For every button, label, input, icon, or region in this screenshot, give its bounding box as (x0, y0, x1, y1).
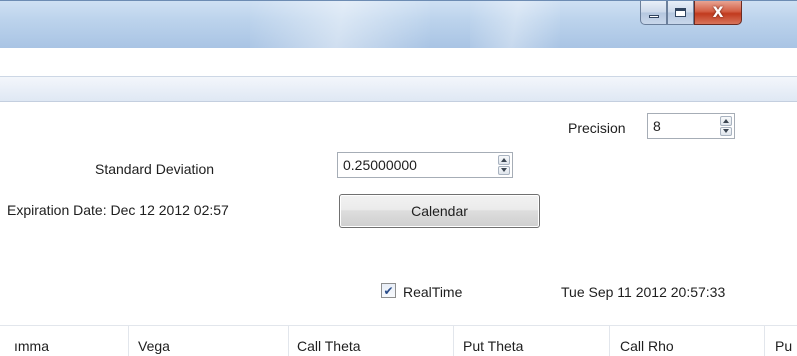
column-header-put-theta[interactable]: Put Theta (454, 326, 610, 356)
close-icon: X (712, 4, 724, 21)
maximize-icon (675, 8, 686, 17)
std-dev-up-button[interactable] (498, 155, 510, 165)
toolbar-area (0, 48, 797, 76)
precision-up-button[interactable] (720, 116, 732, 126)
chevron-down-icon (723, 129, 729, 134)
titlebar-sheen (470, 1, 560, 49)
checkmark-icon: ✔ (383, 283, 394, 298)
column-header-gamma[interactable]: ımma (0, 326, 129, 356)
chevron-up-icon (501, 157, 507, 162)
minimize-button[interactable] (640, 1, 667, 25)
calendar-button[interactable]: Calendar (339, 194, 540, 228)
precision-down-button[interactable] (720, 126, 732, 136)
maximize-button[interactable] (667, 1, 694, 25)
std-dev-spinner[interactable]: 0.25000000 (337, 152, 513, 178)
column-header-vega[interactable]: Vega (129, 326, 289, 356)
menu-bar (0, 76, 797, 102)
precision-spin-arrows (720, 116, 732, 136)
chevron-down-icon (501, 168, 507, 173)
std-dev-value[interactable]: 0.25000000 (343, 157, 417, 173)
current-timestamp: Tue Sep 11 2012 20:57:33 (561, 284, 726, 300)
close-button[interactable]: X (694, 1, 742, 25)
column-header-call-theta[interactable]: Call Theta (289, 326, 454, 356)
precision-label: Precision (568, 120, 626, 136)
minimize-icon (648, 14, 659, 18)
table-header: ımma Vega Call Theta Put Theta Call Rho … (0, 325, 797, 356)
titlebar-sheen (250, 1, 430, 49)
column-header-put-rho[interactable]: Pu (765, 326, 797, 356)
chevron-up-icon (723, 118, 729, 123)
std-dev-label: Standard Deviation (95, 161, 215, 177)
realtime-label: RealTime (403, 284, 463, 300)
caption-buttons: X (640, 1, 742, 26)
std-dev-down-button[interactable] (498, 165, 510, 175)
column-header-call-rho[interactable]: Call Rho (610, 326, 765, 356)
realtime-checkbox[interactable]: ✔ (381, 283, 396, 298)
window-titlebar[interactable]: X (0, 0, 797, 49)
precision-value[interactable]: 8 (653, 118, 661, 134)
expiration-date-label: Expiration Date: Dec 12 2012 02:57 (7, 202, 229, 218)
precision-spinner[interactable]: 8 (647, 113, 735, 139)
std-dev-spin-arrows (498, 155, 510, 175)
